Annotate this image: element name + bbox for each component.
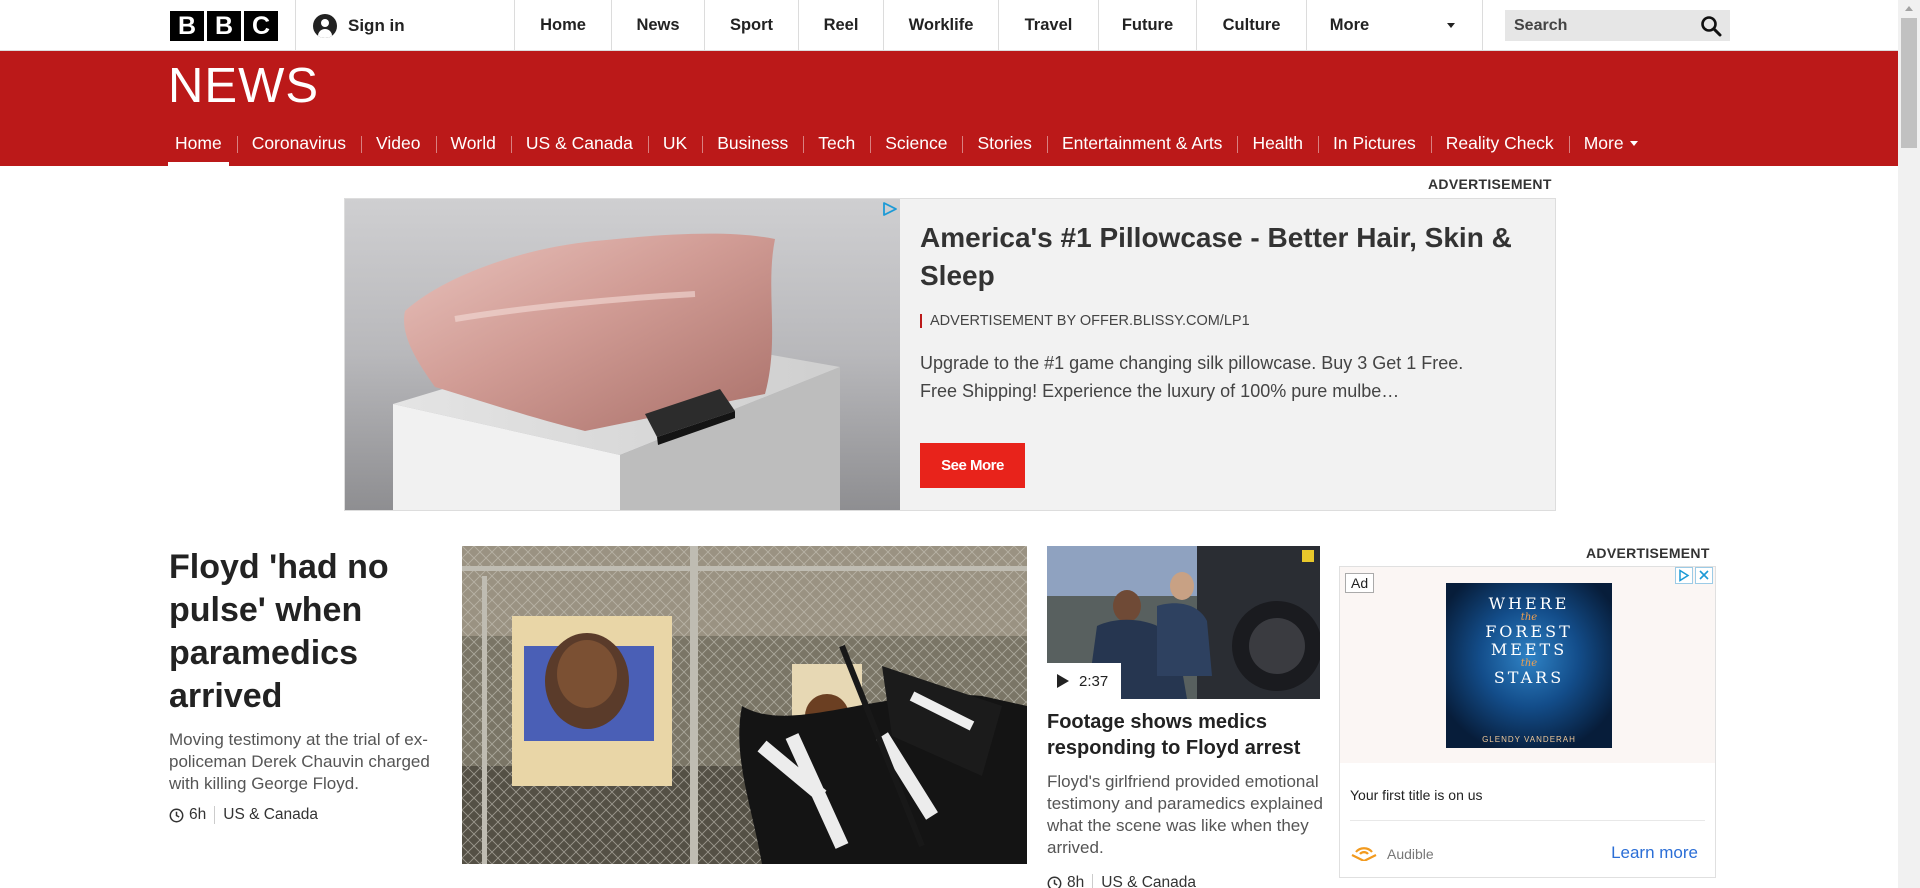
topnav-travel[interactable]: Travel bbox=[998, 0, 1098, 51]
book-title-line: FOREST bbox=[1485, 622, 1573, 641]
news-nav-home[interactable]: Home bbox=[160, 120, 237, 166]
news-nav-video[interactable]: Video bbox=[361, 120, 435, 166]
video-duration-badge[interactable]: 2:37 bbox=[1047, 663, 1121, 699]
logo-letter: C bbox=[244, 11, 278, 41]
news-nav: Home Coronavirus Video World US & Canada… bbox=[160, 120, 1653, 166]
divider bbox=[1350, 820, 1705, 821]
sign-in-label: Sign in bbox=[348, 16, 405, 35]
topnav-culture[interactable]: Culture bbox=[1196, 0, 1306, 51]
lead-story-summary: Moving testimony at the trial of ex-poli… bbox=[169, 730, 430, 793]
ad-badge: Ad bbox=[1345, 573, 1375, 593]
news-nav-stories[interactable]: Stories bbox=[962, 120, 1046, 166]
ad-image[interactable] bbox=[345, 199, 900, 510]
news-nav-us-canada[interactable]: US & Canada bbox=[510, 120, 648, 166]
topnav-sport[interactable]: Sport bbox=[704, 0, 798, 51]
video-thumbnail[interactable]: 2:37 bbox=[1047, 546, 1320, 699]
adchoices-controls[interactable] bbox=[1675, 567, 1715, 584]
page-scrollbar[interactable] bbox=[1898, 0, 1920, 888]
top-bar: B B C Sign in Home News Sport Reel Workl… bbox=[0, 0, 1898, 51]
ad-source: ADVERTISEMENT BY OFFER.BLISSY.COM/LP1 bbox=[920, 314, 1250, 328]
close-icon[interactable] bbox=[1695, 567, 1713, 584]
news-nav-more-label: More bbox=[1583, 132, 1624, 153]
lead-story-headline[interactable]: Floyd 'had no pulse' when paramedics arr… bbox=[169, 546, 439, 718]
topnav-home[interactable]: Home bbox=[514, 0, 611, 51]
section-link[interactable]: US & Canada bbox=[223, 806, 318, 824]
news-nav-entertainment-arts[interactable]: Entertainment & Arts bbox=[1046, 120, 1238, 166]
second-story-summary: Floyd's girlfriend provided emotional te… bbox=[1047, 772, 1323, 857]
ad-description: Upgrade to the #1 game changing silk pil… bbox=[920, 353, 1464, 401]
audible-ad[interactable]: WHERE the FOREST MEETS the STARS GLENDY … bbox=[1339, 566, 1716, 878]
topnav-more[interactable]: More bbox=[1306, 0, 1392, 51]
divider bbox=[295, 0, 296, 51]
sign-in-link[interactable]: Sign in bbox=[313, 14, 405, 38]
see-more-button[interactable]: See More bbox=[920, 443, 1025, 488]
pillowcase-ad[interactable]: America's #1 Pillowcase - Better Hair, S… bbox=[344, 198, 1556, 511]
news-nav-science[interactable]: Science bbox=[870, 120, 962, 166]
lead-story-image[interactable] bbox=[462, 546, 1027, 864]
topnav-news[interactable]: News bbox=[611, 0, 704, 51]
second-story-headline[interactable]: Footage shows medics responding to Floyd… bbox=[1047, 709, 1337, 761]
topnav-future[interactable]: Future bbox=[1098, 0, 1196, 51]
news-nav-more[interactable]: More bbox=[1568, 120, 1653, 166]
chevron-down-icon[interactable] bbox=[1447, 23, 1455, 28]
topnav-reel[interactable]: Reel bbox=[798, 0, 883, 51]
pillowcase-image bbox=[393, 233, 840, 510]
book-cover: WHERE the FOREST MEETS the STARS GLENDY … bbox=[1446, 583, 1612, 748]
scrollbar-thumb[interactable] bbox=[1901, 18, 1917, 148]
scroll-up-icon[interactable] bbox=[1905, 6, 1913, 11]
news-nav-in-pictures[interactable]: In Pictures bbox=[1318, 120, 1431, 166]
second-story-meta: 8h US & Canada bbox=[1047, 874, 1196, 888]
clock-icon bbox=[1047, 876, 1062, 888]
news-nav-health[interactable]: Health bbox=[1237, 120, 1318, 166]
ad-tagline[interactable]: Your first title is on us bbox=[1350, 787, 1483, 803]
ad-creative[interactable]: WHERE the FOREST MEETS the STARS GLENDY … bbox=[1340, 567, 1715, 763]
timestamp: 6h bbox=[189, 806, 207, 823]
adchoices-icon[interactable] bbox=[1675, 567, 1693, 584]
lead-story-meta: 6h US & Canada bbox=[169, 806, 318, 824]
chevron-down-icon bbox=[1629, 140, 1638, 146]
news-nav-uk[interactable]: UK bbox=[647, 120, 702, 166]
logo-letter: B bbox=[207, 11, 241, 41]
book-author: GLENDY VANDERAH bbox=[1482, 735, 1576, 744]
ad-brand: Audible bbox=[1387, 846, 1434, 862]
audible-logo-icon bbox=[1351, 847, 1377, 861]
section-link[interactable]: US & Canada bbox=[1101, 874, 1196, 888]
bbc-logo[interactable]: B B C bbox=[170, 11, 278, 41]
news-section-title[interactable]: NEWS bbox=[168, 58, 319, 114]
search-icon[interactable] bbox=[1700, 15, 1722, 37]
learn-more-link[interactable]: Learn more bbox=[1611, 843, 1698, 863]
clock-icon bbox=[169, 808, 184, 822]
book-title-line: STARS bbox=[1493, 668, 1565, 687]
news-nav-world[interactable]: World bbox=[435, 120, 511, 166]
topnav-worklife[interactable]: Worklife bbox=[883, 0, 998, 51]
search-input[interactable] bbox=[1505, 10, 1695, 41]
news-nav-reality-check[interactable]: Reality Check bbox=[1430, 120, 1569, 166]
user-icon bbox=[313, 14, 337, 38]
search-box bbox=[1505, 10, 1730, 41]
news-banner: NEWS Home Coronavirus Video World US & C… bbox=[0, 51, 1898, 166]
play-icon bbox=[1057, 674, 1069, 688]
divider bbox=[1482, 0, 1483, 51]
advertisement-label: ADVERTISEMENT bbox=[1586, 545, 1710, 561]
timestamp: 8h bbox=[1067, 874, 1085, 888]
ad-headline[interactable]: America's #1 Pillowcase - Better Hair, S… bbox=[920, 219, 1520, 295]
advertisement-label: ADVERTISEMENT bbox=[1428, 176, 1552, 192]
news-nav-business[interactable]: Business bbox=[702, 120, 803, 166]
news-nav-tech[interactable]: Tech bbox=[803, 120, 870, 166]
news-nav-coronavirus[interactable]: Coronavirus bbox=[236, 120, 361, 166]
memorial-fence-photo bbox=[462, 546, 1027, 864]
book-title-line: WHERE bbox=[1488, 594, 1570, 613]
adchoices-icon[interactable] bbox=[881, 201, 899, 217]
logo-letter: B bbox=[170, 11, 204, 41]
video-duration: 2:37 bbox=[1079, 672, 1109, 690]
book-title-line: MEETS bbox=[1490, 640, 1568, 659]
divider bbox=[214, 806, 216, 824]
divider bbox=[1092, 874, 1094, 888]
